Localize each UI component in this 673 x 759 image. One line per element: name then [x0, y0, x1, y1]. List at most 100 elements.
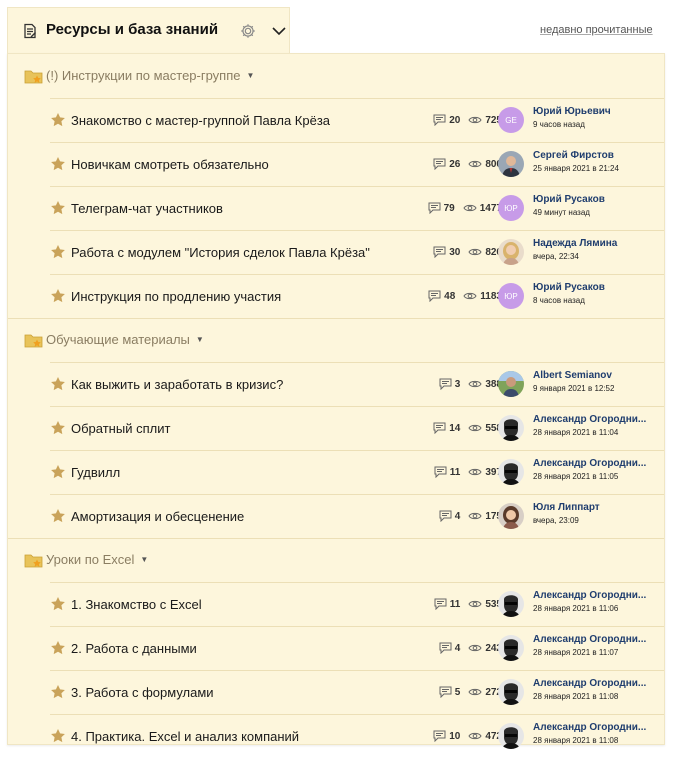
caret-down-icon[interactable]: ▼ [247, 71, 255, 80]
comments-icon [428, 202, 444, 214]
category-title[interactable]: (!) Инструкции по мастер-группе ▼ [46, 68, 254, 83]
topic-row[interactable]: Амортизация и обесценение 4 175 Юля Липпарт… [50, 494, 664, 538]
views-icon [460, 247, 485, 258]
star-icon[interactable] [50, 464, 66, 480]
topic-title[interactable]: 3. Работа с формулами [71, 685, 214, 700]
avatar[interactable]: GE [498, 107, 524, 133]
section-header-tab: Ресурсы и база знаний [7, 7, 290, 53]
author-name[interactable]: Александр Огородни... [533, 634, 657, 645]
topic-row[interactable]: 4. Практика. Excel и анализ компаний 10 47… [50, 714, 664, 758]
topic-row[interactable]: 1. Знакомство с Excel 11 535 Александр Огор… [50, 582, 664, 626]
topic-title[interactable]: Гудвилл [71, 465, 120, 480]
avatar-initials: GE [505, 115, 517, 125]
topic-title[interactable]: Инструкция по продлению участия [71, 289, 281, 304]
star-icon[interactable] [50, 244, 66, 260]
author-name[interactable]: Сергей Фирстов [533, 150, 657, 161]
topic-title[interactable]: Работа с модулем "История сделок Павла К… [71, 245, 370, 260]
last-post-time: 28 января 2021 в 11:08 [533, 736, 619, 745]
topic-row[interactable]: Гудвилл 11 397 Александр Огородни... 28 янва… [50, 450, 664, 494]
topic-title[interactable]: Амортизация и обесценение [71, 509, 244, 524]
avatar[interactable]: ЮР [498, 195, 524, 221]
star-icon[interactable] [50, 596, 66, 612]
chevron-down-icon[interactable] [271, 24, 287, 38]
topic-title[interactable]: 2. Работа с данными [71, 641, 197, 656]
star-icon[interactable] [50, 640, 66, 656]
comments-icon [428, 290, 444, 302]
topic-stats: 26 800 [433, 158, 502, 170]
topic-row[interactable]: Инструкция по продлению участия 48 1183 ЮР Ю… [50, 274, 664, 318]
views-icon [460, 511, 485, 522]
topic-title[interactable]: Знакомство с мастер-группой Павла Крёза [71, 113, 330, 128]
views-icon [460, 423, 485, 434]
avatar[interactable] [498, 371, 524, 397]
avatar[interactable] [498, 591, 524, 617]
views-icon [455, 203, 480, 214]
author-name[interactable]: Юрий Русаков [533, 194, 657, 205]
topic-title[interactable]: Как выжить и заработать в кризис? [71, 377, 283, 392]
topic-row[interactable]: Новичкам смотреть обязательно 26 800 Сергей… [50, 142, 664, 186]
last-post-time: вчера, 22:34 [533, 252, 579, 261]
avatar[interactable] [498, 723, 524, 749]
author-name[interactable]: Юрий Русаков [533, 282, 657, 293]
author-name[interactable]: Юля Липпарт [533, 502, 657, 513]
author-name[interactable]: Albert Semianov [533, 370, 657, 381]
topic-stats: 14 558 [433, 422, 502, 434]
comments-icon [439, 378, 455, 390]
caret-down-icon[interactable]: ▼ [196, 335, 204, 344]
author-name[interactable]: Александр Огородни... [533, 722, 657, 733]
topic-row[interactable]: 2. Работа с данными 4 242 Александр Огородн… [50, 626, 664, 670]
views-icon [460, 379, 485, 390]
author-name[interactable]: Александр Огородни... [533, 590, 657, 601]
topic-title[interactable]: 4. Практика. Excel и анализ компаний [71, 729, 299, 744]
author-name[interactable]: Александр Огородни... [533, 458, 657, 469]
star-icon[interactable] [50, 156, 66, 172]
topic-row[interactable]: Работа с модулем "История сделок Павла К… [50, 230, 664, 274]
author-name[interactable]: Александр Огородни... [533, 414, 657, 425]
topic-title[interactable]: Телеграм-чат участников [71, 201, 223, 216]
star-icon[interactable] [50, 420, 66, 436]
last-post-time: 28 января 2021 в 11:05 [533, 472, 619, 481]
avatar[interactable] [498, 151, 524, 177]
views-icon [460, 159, 485, 170]
topic-row[interactable]: 3. Работа с формулами 5 272 Александр Огоро… [50, 670, 664, 714]
topic-row[interactable]: Обратный сплит 14 558 Александр Огородни...… [50, 406, 664, 450]
category-title[interactable]: Обучающие материалы ▼ [46, 332, 204, 347]
category-title[interactable]: Уроки по Excel ▼ [46, 552, 148, 567]
avatar[interactable]: ЮР [498, 283, 524, 309]
author-name[interactable]: Юрий Юрьевич [533, 106, 657, 117]
avatar-initials: ЮР [504, 203, 518, 213]
topic-title[interactable]: Новичкам смотреть обязательно [71, 157, 269, 172]
star-icon[interactable] [50, 728, 66, 744]
star-icon[interactable] [50, 376, 66, 392]
avatar[interactable] [498, 503, 524, 529]
avatar[interactable] [498, 679, 524, 705]
gear-icon[interactable] [239, 22, 257, 40]
topic-row[interactable]: Как выжить и заработать в кризис? 3 388 Alb… [50, 362, 664, 406]
views-icon [460, 599, 485, 610]
topic-title[interactable]: 1. Знакомство с Excel [71, 597, 202, 612]
avatar[interactable] [498, 239, 524, 265]
topic-stats: 4 242 [439, 642, 502, 654]
views-icon [455, 291, 480, 302]
author-name[interactable]: Александр Огородни... [533, 678, 657, 689]
recently-read-link[interactable]: недавно прочитанные [540, 24, 653, 36]
avatar[interactable] [498, 415, 524, 441]
caret-down-icon[interactable]: ▼ [140, 555, 148, 564]
star-icon[interactable] [50, 508, 66, 524]
topic-row[interactable]: Знакомство с мастер-группой Павла Крёза 2… [50, 98, 664, 142]
star-icon[interactable] [50, 288, 66, 304]
topic-stats: 11 535 [434, 598, 502, 610]
comments-icon [439, 642, 455, 654]
topic-stats: 11 397 [434, 466, 502, 478]
author-name[interactable]: Надежда Лямина [533, 238, 657, 249]
topic-title[interactable]: Обратный сплит [71, 421, 170, 436]
avatar[interactable] [498, 459, 524, 485]
last-post-time: 28 января 2021 в 11:08 [533, 692, 619, 701]
star-icon[interactable] [50, 200, 66, 216]
views-icon [460, 731, 485, 742]
comments-icon [433, 158, 449, 170]
avatar[interactable] [498, 635, 524, 661]
star-icon[interactable] [50, 684, 66, 700]
topic-row[interactable]: Телеграм-чат участников 79 1477 ЮР Юрий Руса… [50, 186, 664, 230]
star-icon[interactable] [50, 112, 66, 128]
